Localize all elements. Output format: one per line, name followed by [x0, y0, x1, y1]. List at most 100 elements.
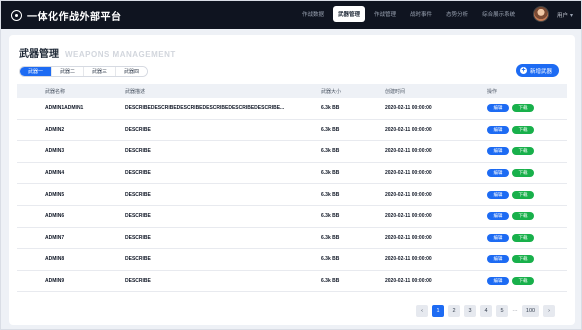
download-button[interactable]: 下载: [512, 212, 534, 221]
cell-description: DESCRIBEDESCRIBEDESCRIBEDESCRIBEDESCRIBE…: [125, 105, 285, 112]
cell-size: 6.3k BB: [321, 213, 340, 220]
pagination-next-button[interactable]: ›: [543, 305, 555, 317]
app-window: 一体化作战外部平台 作战数据 武器管理 作战管理 战时事件 态势分析 综合展示系…: [0, 0, 582, 330]
cell-description: DESCRIBE: [125, 234, 151, 241]
cell-description: DESCRIBE: [125, 170, 151, 177]
nav-item-weapons-management[interactable]: 武器管理: [333, 6, 366, 22]
nav-item-combat-management[interactable]: 作战管理: [369, 6, 401, 22]
cell-name: ADMIN8: [45, 256, 65, 263]
logo-icon: [11, 9, 22, 21]
page-title: 武器管理 WEAPONS MANAGEMENT: [19, 45, 176, 60]
cell-created: 2020-02-11 00:00:00: [385, 191, 432, 198]
download-button[interactable]: 下载: [512, 190, 534, 199]
add-weapon-label: 新增武器: [529, 68, 552, 75]
download-button[interactable]: 下载: [512, 233, 534, 242]
cell-description: DESCRIBE: [125, 213, 151, 220]
edit-button[interactable]: 编辑: [487, 147, 509, 156]
add-weapon-button[interactable]: + 新增武器: [515, 64, 559, 77]
cell-name: ADMIN7: [45, 234, 65, 241]
table-header: 武器名称 武器描述 武器大小 创建时间 操作: [17, 84, 567, 98]
table-row: ADMIN1ADMIN1 DESCRIBEDESCRIBEDESCRIBEDES…: [17, 98, 567, 120]
avatar[interactable]: [533, 6, 549, 22]
cell-size: 6.3k BB: [321, 105, 340, 112]
column-header-description[interactable]: 武器描述: [101, 88, 309, 95]
table-row: ADMIN8 DESCRIBE 6.3k BB 2020-02-11 00:00…: [17, 249, 567, 271]
column-header-size[interactable]: 武器大小: [309, 88, 377, 95]
cell-created: 2020-02-11 00:00:00: [385, 126, 432, 133]
edit-button[interactable]: 编辑: [487, 169, 509, 178]
cell-name: ADMIN9: [45, 278, 65, 285]
download-button[interactable]: 下载: [512, 169, 534, 178]
edit-button[interactable]: 编辑: [487, 233, 509, 242]
top-navigation-bar: 一体化作战外部平台 作战数据 武器管理 作战管理 战时事件 态势分析 综合展示系…: [1, 1, 581, 29]
cell-actions: 编辑 下载: [477, 125, 567, 134]
download-button[interactable]: 下载: [512, 104, 534, 113]
cell-created: 2020-02-11 00:00:00: [385, 213, 432, 220]
cell-created: 2020-02-11 00:00:00: [385, 105, 432, 112]
pagination-page-3[interactable]: 3: [464, 305, 476, 317]
cell-description: DESCRIBE: [125, 256, 151, 263]
edit-button[interactable]: 编辑: [487, 125, 509, 134]
download-button[interactable]: 下载: [512, 147, 534, 156]
cell-actions: 编辑 下载: [477, 190, 567, 199]
table-row: ADMIN9 DESCRIBE 6.3k BB 2020-02-11 00:00…: [17, 271, 567, 293]
pagination-page-2[interactable]: 2: [448, 305, 460, 317]
cell-size: 6.3k BB: [321, 191, 340, 198]
tab-weapon-2[interactable]: 武器二: [52, 67, 85, 76]
cell-actions: 编辑 下载: [477, 104, 567, 113]
chevron-down-icon: ▾: [569, 12, 573, 19]
pagination-page-last[interactable]: 100: [522, 305, 539, 317]
page-title-cn: 武器管理: [19, 49, 59, 60]
pagination-page-5[interactable]: 5: [496, 305, 508, 317]
user-name: 用户: [556, 13, 568, 19]
plus-icon: +: [519, 67, 527, 74]
edit-button[interactable]: 编辑: [487, 212, 509, 221]
nav-item-integrated-display[interactable]: 综合展示系统: [477, 6, 520, 22]
content-card: 武器管理 WEAPONS MANAGEMENT 武器一 武器二 武器三 武器四 …: [9, 35, 575, 325]
tab-weapon-3[interactable]: 武器三: [84, 67, 117, 76]
column-header-name[interactable]: 武器名称: [17, 88, 101, 95]
edit-button[interactable]: 编辑: [487, 277, 509, 286]
cell-name: ADMIN4: [45, 170, 65, 177]
edit-button[interactable]: 编辑: [487, 255, 509, 264]
cell-created: 2020-02-11 00:00:00: [385, 234, 432, 241]
nav-item-wartime-events[interactable]: 战时事件: [405, 6, 437, 22]
cell-description: DESCRIBE: [125, 148, 151, 155]
pagination-page-1[interactable]: 1: [432, 305, 444, 317]
cell-size: 6.3k BB: [321, 148, 340, 155]
tab-weapon-1[interactable]: 武器一: [20, 67, 53, 76]
app-title: 一体化作战外部平台: [27, 11, 122, 23]
column-header-created[interactable]: 创建时间: [377, 88, 477, 95]
table-row: ADMIN3 DESCRIBE 6.3k BB 2020-02-11 00:00…: [17, 141, 567, 163]
edit-button[interactable]: 编辑: [487, 190, 509, 199]
cell-actions: 编辑 下载: [477, 277, 567, 286]
cell-name: ADMIN5: [45, 191, 65, 198]
download-button[interactable]: 下载: [512, 255, 534, 264]
brand[interactable]: 一体化作战外部平台: [11, 8, 122, 23]
pagination-prev-button[interactable]: ‹: [416, 305, 428, 317]
cell-created: 2020-02-11 00:00:00: [385, 170, 432, 177]
user-menu[interactable]: 用户 ▾: [556, 11, 573, 20]
weapons-table: 武器名称 武器描述 武器大小 创建时间 操作 ADMIN1ADMIN1 DESC…: [17, 84, 567, 293]
cell-name: ADMIN6: [45, 213, 65, 220]
cell-description: DESCRIBE: [125, 126, 151, 133]
table-row: ADMIN2 DESCRIBE 6.3k BB 2020-02-11 00:00…: [17, 120, 567, 142]
cell-name: ADMIN3: [45, 148, 65, 155]
nav-item-combat-data[interactable]: 作战数据: [297, 6, 329, 22]
pagination-ellipsis: ···: [512, 308, 518, 314]
pagination-page-4[interactable]: 4: [480, 305, 492, 317]
table-row: ADMIN5 DESCRIBE 6.3k BB 2020-02-11 00:00…: [17, 184, 567, 206]
cell-actions: 编辑 下载: [477, 212, 567, 221]
cell-created: 2020-02-11 00:00:00: [385, 278, 432, 285]
cell-description: DESCRIBE: [125, 278, 151, 285]
download-button[interactable]: 下载: [512, 125, 534, 134]
tab-weapon-4[interactable]: 武器四: [116, 67, 148, 76]
download-button[interactable]: 下载: [512, 277, 534, 286]
cell-name: ADMIN1ADMIN1: [45, 105, 84, 112]
nav-item-situation-analysis[interactable]: 态势分析: [441, 6, 473, 22]
cell-actions: 编辑 下载: [477, 169, 567, 178]
pagination: ‹ 1 2 3 4 5 ··· 100 ›: [416, 305, 555, 317]
main-nav: 作战数据 武器管理 作战管理 战时事件 态势分析 综合展示系统: [297, 6, 520, 22]
cell-size: 6.3k BB: [321, 256, 340, 263]
edit-button[interactable]: 编辑: [487, 104, 509, 113]
